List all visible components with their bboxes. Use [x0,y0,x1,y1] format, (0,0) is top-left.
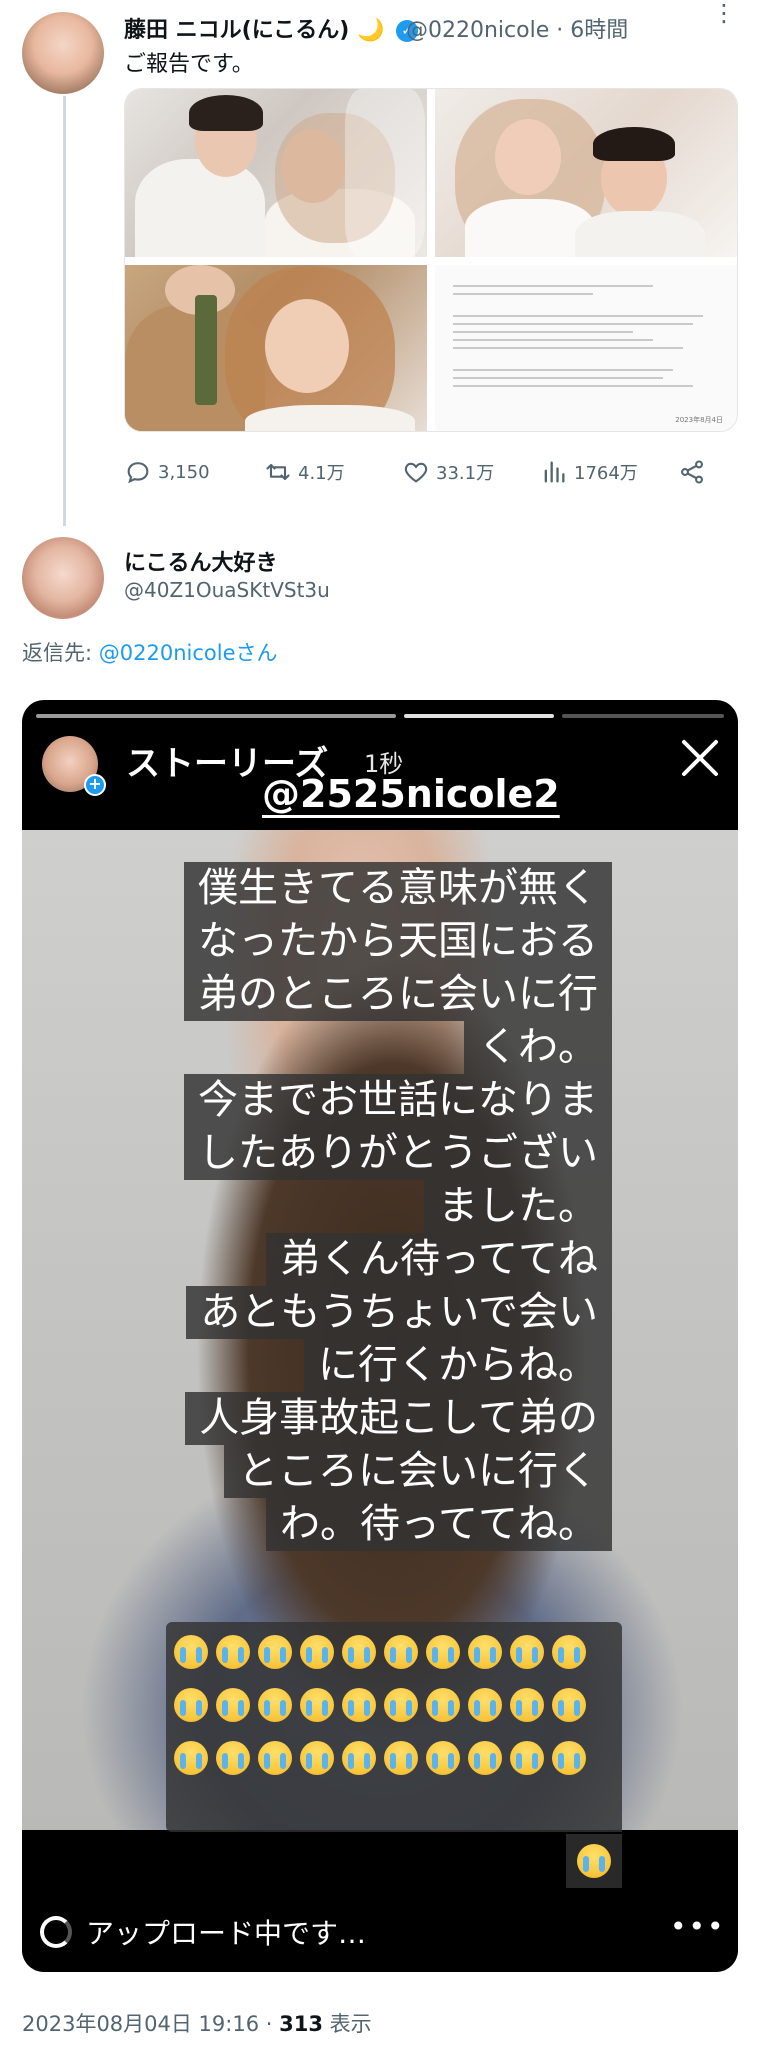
crying-face-icon [552,1635,586,1669]
caption-line: くわ。 [464,1021,612,1074]
crying-face-icon [258,1741,292,1775]
crying-face-icon [216,1741,250,1775]
crying-face-icon [468,1688,502,1722]
announcement-letter[interactable]: 2023年8月4日 [435,265,737,431]
caption-line: 弟くん待っててね [266,1233,612,1286]
views-label: 表示 [322,2012,372,2036]
views-button[interactable]: 1764万 [540,458,638,486]
reply-count: 3,150 [158,461,210,483]
crying-face-icon [426,1741,460,1775]
crying-face-icon [510,1688,544,1722]
crying-face-icon [384,1688,418,1722]
crying-face-icon [510,1635,544,1669]
crying-face-icon [300,1688,334,1722]
caption-line: あともうちょいで会い [186,1286,612,1339]
crying-face-icon [174,1688,208,1722]
caption-line: なったから天国におる [184,915,612,968]
timestamp-text: 2023年08月04日 19:16 · [22,2012,280,2036]
story-mention[interactable]: @2525nicole2 [262,772,560,816]
crying-face-icon [300,1635,334,1669]
wedding-photo-1[interactable] [125,89,427,257]
caption-line: 今までお世話になりま [184,1074,612,1127]
caption-line: ました。 [424,1180,612,1233]
caption-line: したありがとうござい [184,1127,612,1180]
views-count: 1764万 [574,463,638,484]
crying-emoji-block [166,1622,622,1832]
tweet-timestamp: 2023年08月04日 19:16 · 313 表示 [22,2008,372,2038]
crying-face-icon [510,1741,544,1775]
crying-emoji-last [566,1834,622,1888]
thread-line [63,96,66,526]
share-icon [681,460,703,484]
crying-face-icon [342,1688,376,1722]
caption-line: 僕生きてる意味が無く [184,862,612,915]
reply-button[interactable]: 3,150 [124,458,210,486]
story-progress-3 [562,714,724,718]
retweet-button[interactable]: 4.1万 [264,458,345,486]
crying-face-icon [174,1635,208,1669]
crying-face-icon [216,1635,250,1669]
crying-face-icon [384,1741,418,1775]
crying-face-icon [342,1635,376,1669]
media-grid: 2023年8月4日 [124,88,738,432]
crying-face-icon [384,1635,418,1669]
tweet-text: ご報告です。 [124,52,254,77]
avatar[interactable] [22,537,104,619]
caption-line: ところに会いに行く [224,1445,612,1498]
reply-author-handle[interactable]: @40Z1OuaSKtVSt3u [124,578,330,602]
caption-line: 人身事故起こして弟の [185,1392,612,1445]
reply-author-name[interactable]: にこるん大好き [124,545,278,577]
crying-face-icon [426,1688,460,1722]
caption-line: わ。待っててね。 [266,1498,612,1551]
wedding-photo-2[interactable] [435,89,737,257]
crying-face-icon [426,1635,460,1669]
reply-icon [127,462,149,484]
caption-line: に行くからね。 [304,1339,612,1392]
retweet-count: 4.1万 [298,463,345,484]
like-button[interactable]: 33.1万 [402,458,494,486]
letter-date: 2023年8月4日 [675,416,723,424]
close-icon[interactable] [678,736,722,780]
crying-face-icon [258,1688,292,1722]
crying-face-icon [468,1741,502,1775]
moon-emoji: 🌙 [357,18,385,43]
like-count: 33.1万 [436,463,495,484]
share-button[interactable] [678,458,706,486]
views-total: 313 [279,2012,323,2036]
add-story-icon[interactable]: + [84,774,106,796]
story-footer: アップロード中です… ••• [22,1888,738,1972]
crying-face-icon [552,1688,586,1722]
crying-face-icon [174,1741,208,1775]
crying-face-icon [216,1688,250,1722]
avatar[interactable] [22,12,104,94]
story-progress-2 [404,714,554,718]
story-screenshot[interactable]: + ストーリーズ 1秒 @2525nicole2 僕生きてる意味が無く なったか… [22,700,738,1972]
upload-status: アップロード中です… [86,1917,367,1950]
author-name-text: 藤田 ニコル(にこるん) [124,18,350,43]
crying-face-icon [468,1635,502,1669]
crying-face-icon [577,1844,611,1878]
replying-to: 返信先: @0220nicoleさん [22,637,278,667]
heart-icon [404,462,428,483]
story-progress-1 [36,714,396,718]
crying-face-icon [258,1635,292,1669]
crying-face-icon [300,1741,334,1775]
wedding-photo-3[interactable] [125,265,427,431]
analytics-icon [544,461,565,483]
upload-spinner-icon [40,1916,72,1948]
retweet-icon [266,463,290,481]
replying-to-link[interactable]: @0220nicoleさん [99,641,278,665]
more-options-icon[interactable]: ⋮ [712,1,736,25]
story-more-icon[interactable]: ••• [670,1910,726,1943]
author-handle-time[interactable]: @0220nicole · 6時間 [406,12,628,44]
replying-to-label: 返信先: [22,641,99,665]
crying-face-icon [552,1741,586,1775]
crying-face-icon [342,1741,376,1775]
author-name[interactable]: 藤田 ニコル(にこるん) 🌙 ✓ [124,12,419,44]
caption-line: 弟のところに会いに行 [184,968,612,1021]
